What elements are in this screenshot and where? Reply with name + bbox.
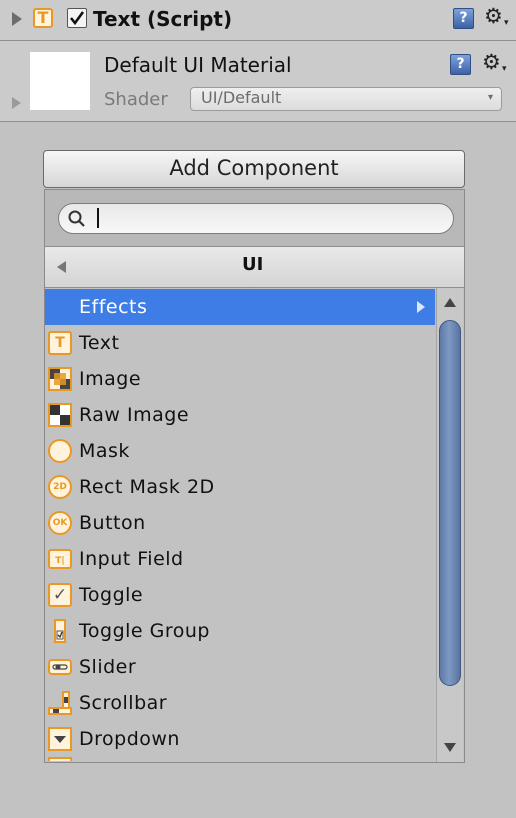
breadcrumb: UI	[45, 247, 464, 288]
back-arrow-icon[interactable]	[57, 261, 66, 273]
component-title: Text (Script)	[93, 7, 233, 31]
list-item-label: Image	[79, 368, 142, 390]
toggle-icon: ✓	[48, 583, 72, 607]
list-item-label: Toggle	[79, 584, 144, 606]
list-item-toggle[interactable]: ✓ Toggle	[45, 577, 435, 613]
material-name: Default UI Material	[104, 53, 292, 77]
material-foldout-arrow-icon[interactable]	[12, 97, 21, 109]
list-item-label: Raw Image	[79, 404, 190, 426]
mask-icon	[48, 439, 72, 463]
scrollbar-thumb[interactable]	[439, 320, 461, 686]
list-item-dropdown[interactable]: Dropdown	[45, 721, 435, 757]
text-component-icon: T	[33, 8, 53, 28]
image-icon	[48, 367, 72, 391]
material-help-icon[interactable]: ?	[450, 54, 471, 75]
list-item-scrollbar[interactable]: Scrollbar	[45, 685, 435, 721]
text-icon: T	[48, 331, 72, 355]
list-item-toggle-group[interactable]: Toggle Group	[45, 613, 435, 649]
foldout-arrow-icon[interactable]	[12, 12, 22, 26]
list-item-label: Input Field	[79, 548, 184, 570]
component-enabled-checkbox[interactable]	[67, 8, 87, 28]
toggle-group-icon	[54, 619, 66, 643]
material-gear-icon[interactable]: ⚙	[482, 51, 501, 73]
list-item-label: Button	[79, 512, 146, 534]
dropdown-arrow-icon: ▾	[487, 92, 493, 103]
next-item-icon-partial	[48, 757, 72, 761]
list-item-button[interactable]: OK Button	[45, 505, 435, 541]
help-icon[interactable]: ?	[453, 8, 474, 29]
scroll-down-arrow-icon[interactable]	[444, 743, 456, 752]
text-caret	[97, 208, 99, 228]
checkmark-icon	[69, 11, 85, 26]
gear-dropdown-caret-icon[interactable]: ▾	[504, 18, 509, 28]
shader-label: Shader	[104, 89, 168, 110]
button-icon: OK	[48, 511, 72, 535]
search-icon	[68, 210, 85, 227]
list-item-label: Text	[79, 332, 120, 354]
dropdown-icon	[48, 727, 72, 751]
slider-icon	[48, 659, 72, 675]
breadcrumb-title: UI	[242, 254, 264, 275]
shader-dropdown[interactable]: UI/Default ▾	[190, 87, 502, 111]
search-input[interactable]	[58, 203, 454, 234]
list-item-label: Scrollbar	[79, 692, 168, 714]
component-header: T Text (Script) ? ⚙ ▾	[0, 0, 516, 41]
list-item-label: Toggle Group	[79, 620, 210, 642]
input-field-icon: T|	[48, 549, 72, 569]
scrollbar-icon	[48, 691, 72, 715]
material-row: Default UI Material ? ⚙ ▾ Shader UI/Defa…	[0, 41, 516, 122]
list-item-effects[interactable]: Effects	[45, 289, 435, 325]
shader-dropdown-value: UI/Default	[201, 88, 282, 107]
raw-image-icon	[48, 403, 72, 427]
list-item-mask[interactable]: Mask	[45, 433, 435, 469]
list-item-text[interactable]: T Text	[45, 325, 435, 361]
list-item-rect-mask-2d[interactable]: 2D Rect Mask 2D	[45, 469, 435, 505]
gear-icon[interactable]: ⚙	[484, 5, 503, 27]
list-item-image[interactable]: Image	[45, 361, 435, 397]
material-preview-swatch	[30, 52, 90, 110]
list-item-label: Slider	[79, 656, 137, 678]
scroll-up-arrow-icon[interactable]	[444, 298, 456, 307]
submenu-arrow-icon	[417, 301, 425, 313]
list-item-input-field[interactable]: T| Input Field	[45, 541, 435, 577]
list-item-label: Effects	[79, 296, 148, 318]
rect-mask-2d-icon: 2D	[48, 475, 72, 499]
list-item-label: Dropdown	[79, 728, 180, 750]
list-item-label: Rect Mask 2D	[79, 476, 215, 498]
list-item-slider[interactable]: Slider	[45, 649, 435, 685]
material-gear-caret-icon[interactable]: ▾	[502, 64, 507, 74]
list-item-label: Mask	[79, 440, 130, 462]
list-item-raw-image[interactable]: Raw Image	[45, 397, 435, 433]
add-component-button[interactable]: Add Component	[43, 150, 465, 188]
